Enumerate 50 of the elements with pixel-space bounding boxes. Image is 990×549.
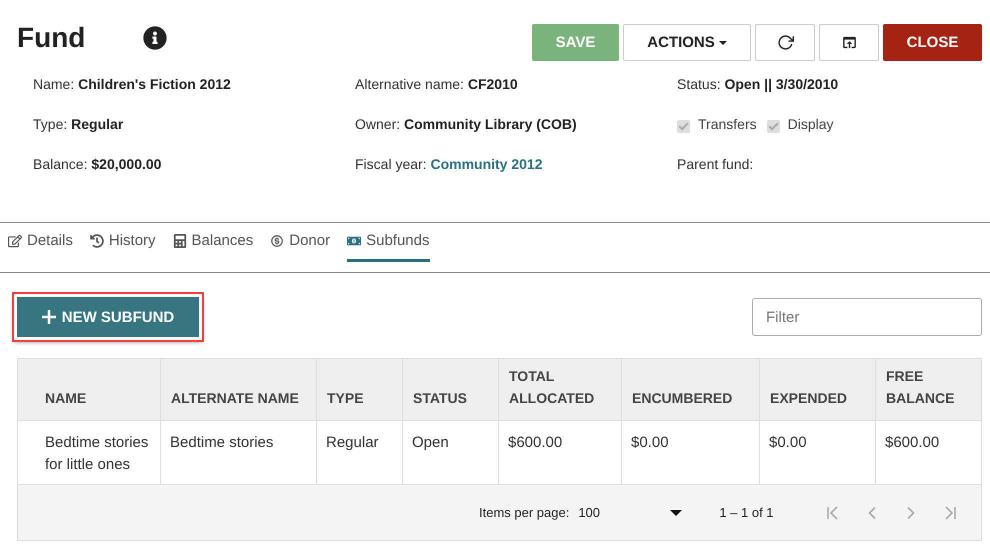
dollar-icon [270,234,284,248]
field-text: Balance: $20,000.00 [33,156,162,172]
table-cell: Bedtime stories [161,421,317,484]
plus-icon [42,310,56,324]
history-icon [90,234,104,248]
caret-icon [718,40,727,44]
window-icon [840,34,858,51]
refresh-button[interactable] [755,24,815,61]
table-cell: $0.00 [622,421,760,484]
table-cell: $600.00 [499,421,622,484]
field-text: Alternative name: CF2010 [355,76,518,92]
actions-button[interactable]: ACTIONS [623,24,751,61]
refresh-icon [776,34,794,51]
checkbox-label: Transfers [677,116,757,133]
open-button[interactable] [819,24,879,61]
page-range: 1 – 1 of 1 [719,505,774,520]
field-text: Fiscal year: Community 2012 [355,156,543,172]
items-per-page-label: Items per page: [479,505,570,520]
caret-icon [670,510,682,516]
field-text: Type: Regular [33,116,124,132]
table-cell: $0.00 [760,421,876,484]
info-icon[interactable] [143,26,168,50]
column-header[interactable]: TOTAL ALLOCATED [499,359,622,420]
calculator-icon [172,234,187,248]
page-title: Fund [17,22,86,54]
tab[interactable]: History [90,228,156,262]
column-header[interactable]: ALTERNATE NAME [161,359,317,420]
column-header[interactable]: TYPE [317,359,403,420]
column-header[interactable]: FREE BALANCE [876,359,981,420]
filter-field[interactable]: Filter [752,298,982,336]
close-button[interactable]: CLOSE [883,24,982,61]
column-header[interactable]: EXPENDED [760,359,876,420]
tab[interactable]: Balances [172,228,254,262]
table-cell: Regular [317,421,403,484]
checkbox-label: Display [766,116,834,133]
field-text: Status: Open || 3/30/2010 [677,76,838,92]
tab[interactable]: Details [8,228,73,262]
tab[interactable]: Donor [270,228,330,262]
field-text: Owner: Community Library (COB) [355,116,577,132]
column-header[interactable]: STATUS [403,359,499,420]
table-cell: Bedtime stories for little ones [18,421,161,484]
tab[interactable]: Subfunds [347,228,430,262]
table-cell: Open [403,421,499,484]
new-subfund-button[interactable]: NEW SUBFUND [14,294,202,340]
column-header[interactable]: ENCUMBERED [622,359,760,420]
field-text: Name: Children's Fiction 2012 [33,76,231,92]
field-text: Parent fund: [677,156,754,172]
table-cell-text: $600.00 [884,433,940,453]
column-header[interactable]: NAME [18,359,161,420]
edit-icon [8,234,22,248]
